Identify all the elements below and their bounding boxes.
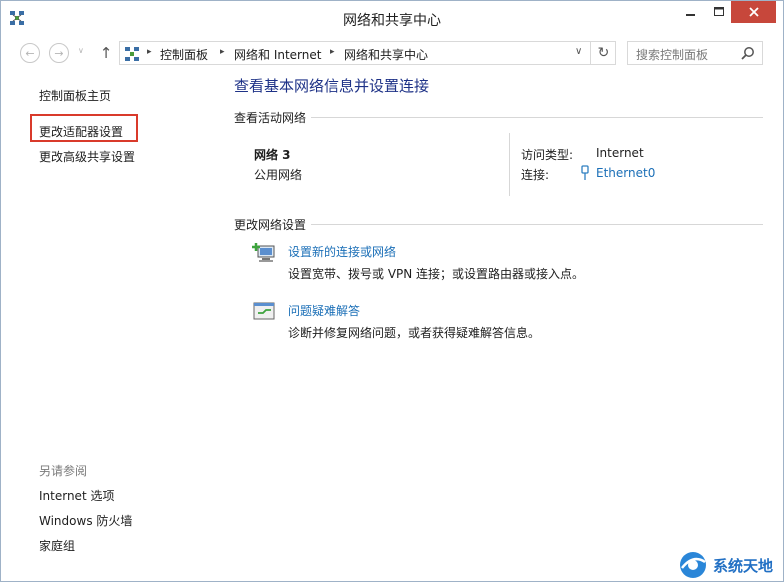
address-bar[interactable]: ▸ 控制面板 ▸ 网络和 Internet ▸ 网络和共享中心 ∨ ↻ <box>119 41 616 65</box>
sidebar-item-internet-options[interactable]: Internet 选项 <box>39 487 114 504</box>
maximize-button[interactable] <box>705 1 733 23</box>
network-divider <box>509 133 510 196</box>
breadcrumb-control-panel[interactable]: 控制面板 <box>160 46 208 63</box>
section-divider <box>311 117 763 118</box>
search-box[interactable]: 搜索控制面板 <box>627 41 763 65</box>
breadcrumb-separator-icon[interactable]: ▸ <box>330 47 335 57</box>
access-type-label: 访问类型: <box>521 148 574 162</box>
search-placeholder: 搜索控制面板 <box>636 48 709 62</box>
ethernet-connection-link[interactable]: Ethernet0 <box>596 166 655 180</box>
recent-locations-icon[interactable]: ∨ <box>78 46 84 55</box>
ethernet-icon <box>581 165 589 180</box>
breadcrumb-separator-icon[interactable]: ▸ <box>147 47 152 57</box>
sidebar-item-control-panel-home[interactable]: 控制面板主页 <box>39 87 111 104</box>
troubleshoot-icon <box>253 302 275 320</box>
network-name: 网络 3 <box>254 148 291 162</box>
maximize-icon <box>714 7 724 16</box>
setup-new-connection-description: 设置宽带、拨号或 VPN 连接；或设置路由器或接入点。 <box>288 267 585 281</box>
sidebar-item-windows-firewall[interactable]: Windows 防火墙 <box>39 512 132 529</box>
forward-arrow-icon: → <box>54 46 64 60</box>
refresh-icon: ↻ <box>597 45 610 61</box>
troubleshoot-link[interactable]: 问题疑难解答 <box>288 302 360 319</box>
sidebar: 控制面板主页 更改适配器设置 更改高级共享设置 另请参阅 Internet 选项… <box>1 69 219 581</box>
sidebar-item-homegroup[interactable]: 家庭组 <box>39 537 75 554</box>
control-panel-icon <box>125 47 139 61</box>
search-icon[interactable] <box>741 46 755 60</box>
up-level-button[interactable]: ↑ <box>98 43 114 63</box>
section-divider <box>311 224 763 225</box>
close-icon <box>748 7 759 17</box>
watermark-logo-icon <box>680 552 706 578</box>
navigation-bar: ← → ∨ ↑ ▸ 控制面板 ▸ 网络和 Internet ▸ 网络和共享中心 … <box>1 37 783 69</box>
watermark: 系统天地 <box>677 550 783 580</box>
minimize-icon <box>686 14 695 16</box>
main-content: 查看基本网络信息并设置连接 查看活动网络 网络 3 公用网络 访问类型: Int… <box>219 69 783 581</box>
see-also-heading: 另请参阅 <box>39 464 88 478</box>
access-type-value: Internet <box>596 146 644 160</box>
page-title: 查看基本网络信息并设置连接 <box>234 77 430 95</box>
back-arrow-icon: ← <box>25 46 35 60</box>
setup-new-connection-link[interactable]: 设置新的连接或网络 <box>288 243 396 260</box>
network-type-link[interactable]: 公用网络 <box>254 166 302 183</box>
change-settings-heading: 更改网络设置 <box>234 218 307 232</box>
control-panel-window: 网络和共享中心 ← → ∨ ↑ ▸ 控制面板 ▸ 网络和 Internet ▸ … <box>0 0 784 582</box>
sidebar-item-change-adapter-settings[interactable]: 更改适配器设置 <box>39 123 123 140</box>
refresh-button[interactable]: ↻ <box>590 42 616 64</box>
window-title: 网络和共享中心 <box>343 13 441 29</box>
watermark-text: 系统天地 <box>713 557 774 575</box>
sidebar-item-change-advanced-sharing[interactable]: 更改高级共享设置 <box>39 148 135 165</box>
forward-button[interactable]: → <box>49 43 69 63</box>
breadcrumb-network-sharing-center[interactable]: 网络和共享中心 <box>344 46 428 63</box>
breadcrumb-separator-icon[interactable]: ▸ <box>220 47 225 57</box>
troubleshoot-description: 诊断并修复网络问题，或者获得疑难解答信息。 <box>288 326 541 340</box>
minimize-button[interactable] <box>677 1 705 23</box>
address-dropdown-icon[interactable]: ∨ <box>575 46 582 57</box>
new-connection-icon <box>252 243 275 262</box>
breadcrumb-network-internet[interactable]: 网络和 Internet <box>234 46 321 63</box>
title-bar: 网络和共享中心 <box>1 1 783 37</box>
active-networks-heading: 查看活动网络 <box>234 111 307 125</box>
connection-label: 连接: <box>521 168 550 182</box>
close-button[interactable] <box>731 1 776 23</box>
back-button[interactable]: ← <box>20 43 40 63</box>
